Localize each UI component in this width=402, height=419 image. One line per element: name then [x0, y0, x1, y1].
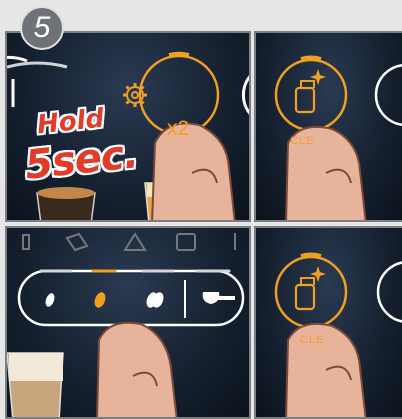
clean-icon	[294, 69, 326, 114]
bean-icon-medium	[94, 292, 106, 308]
latte-macchiato-glass	[7, 352, 64, 417]
step-number-badge: 5	[20, 6, 64, 50]
panel-clean-bottom: CLE	[254, 226, 402, 419]
clean-icon	[294, 266, 326, 311]
panel-clean-top: CLE	[254, 31, 402, 222]
espresso-glass-left	[36, 187, 96, 220]
panel-hold-x2: x2 Hold 5sec.	[5, 31, 251, 222]
panel-strength	[5, 226, 251, 419]
clean-label: CLE	[300, 334, 325, 346]
bean-icon-mild	[45, 293, 55, 307]
drip-tray-icon	[65, 232, 89, 252]
warning-icon	[123, 232, 147, 251]
clean-ring	[274, 255, 348, 329]
finger-press	[285, 322, 367, 417]
bean-icon-strong	[146, 292, 164, 308]
finger-press	[96, 321, 178, 417]
powder-scoop-icon	[202, 292, 235, 304]
clean-ring	[274, 58, 348, 132]
x2-label: x2	[167, 117, 190, 140]
clean-label: CLE	[290, 135, 315, 147]
water-tank-icon	[22, 234, 30, 250]
finger-press	[151, 122, 236, 220]
settings-gear-icon	[123, 83, 147, 107]
grounds-container-icon	[176, 233, 196, 251]
